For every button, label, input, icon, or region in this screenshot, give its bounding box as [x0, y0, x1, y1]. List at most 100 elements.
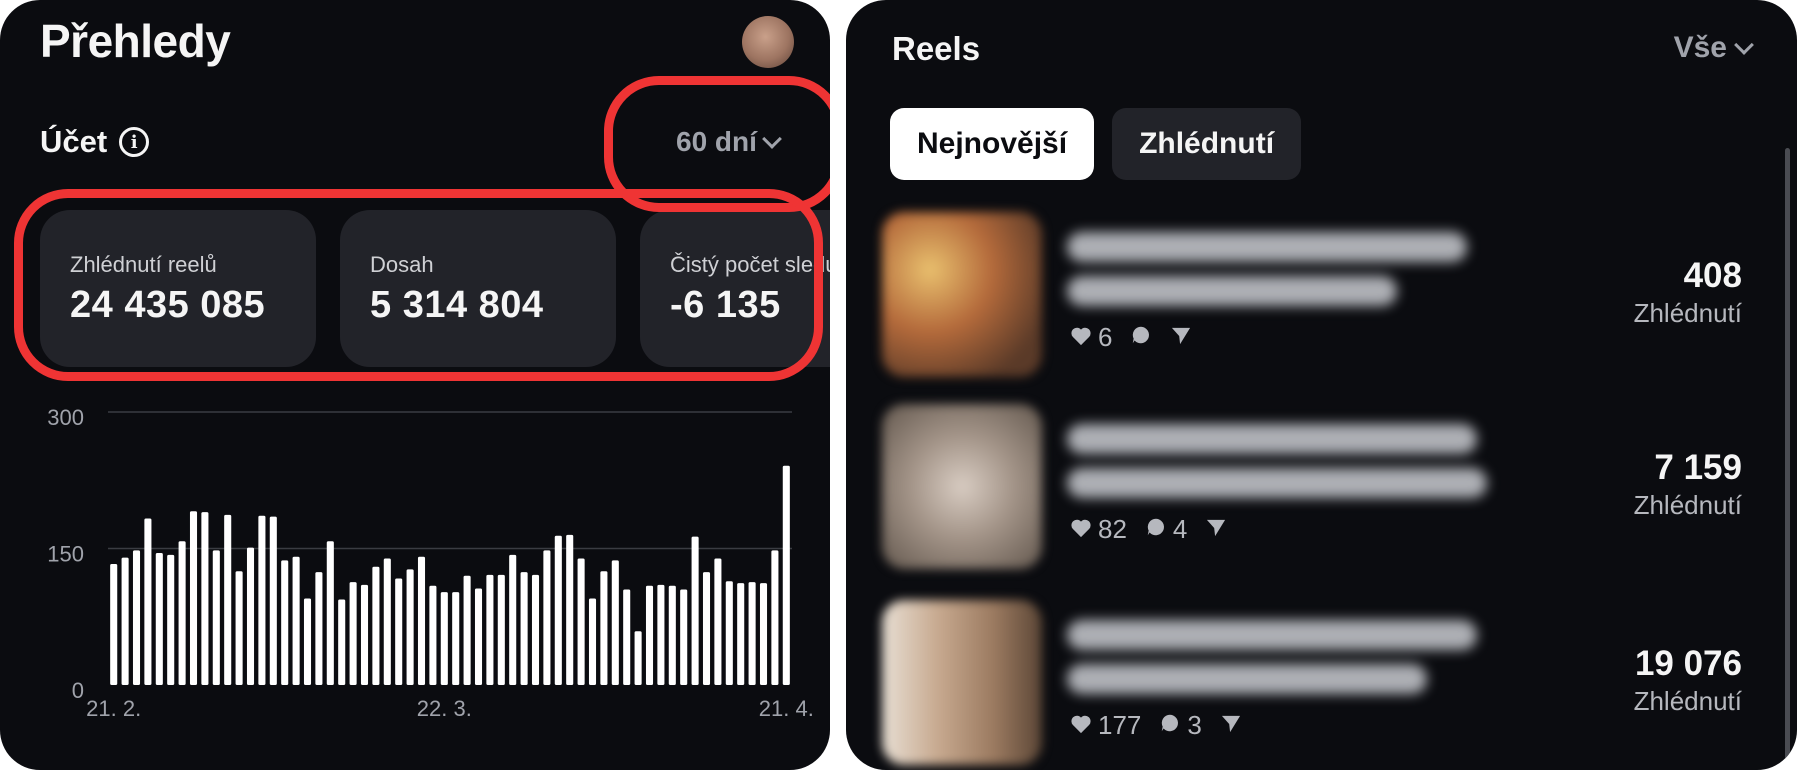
chart-bar [132, 550, 141, 685]
chart-bar [224, 514, 232, 685]
chart-bar [737, 583, 745, 685]
chart-bar [395, 578, 403, 685]
reel-views: 19 076 Zhlédnutí [1634, 644, 1742, 717]
reel-caption-blurred [1067, 232, 1487, 320]
send-icon [1170, 322, 1192, 353]
reels-panel: Reels Vše Nejnovější Zhlédnutí 6 408 Zhl… [846, 0, 1797, 770]
chart-bar [372, 566, 380, 685]
comments-count: 3 [1187, 710, 1202, 740]
likes-stat: 82 [1070, 514, 1127, 545]
comments-count: 4 [1172, 514, 1188, 544]
chart-bar [577, 558, 585, 685]
chart-bar [212, 550, 220, 685]
chart-bar [417, 556, 426, 685]
chart-bar [360, 584, 369, 685]
reel-views: 408 Zhlédnutí [1634, 256, 1742, 329]
reel-stats: 82 4 [1070, 514, 1227, 545]
views-label: Zhlédnutí [1633, 686, 1742, 716]
chart-bar [588, 598, 597, 685]
chart-bar [440, 592, 448, 685]
chart-bar [748, 582, 756, 685]
chart-bar [429, 585, 437, 685]
info-icon[interactable]: i [119, 127, 150, 157]
likes-stat: 177 [1070, 710, 1141, 741]
chart-bar [531, 574, 540, 685]
chart-bar [714, 558, 722, 685]
comment-icon [1130, 322, 1152, 353]
comments-stat: 3 [1159, 710, 1202, 741]
reel-item[interactable]: 82 4 7 159 Zhlédnutí [882, 404, 1742, 574]
chart-bar [634, 631, 642, 685]
chart-bar [759, 583, 768, 685]
heart-icon [1070, 322, 1092, 353]
likes-count: 82 [1098, 514, 1127, 544]
chart-bar [315, 572, 323, 685]
scrollbar[interactable] [1785, 148, 1790, 770]
chart-bar [623, 589, 631, 685]
reel-thumbnail[interactable] [882, 212, 1042, 377]
views-label: Zhlédnutí [1633, 298, 1742, 328]
chart-bar [645, 585, 654, 685]
chart-bar [349, 582, 357, 685]
chart-bar [201, 512, 209, 685]
chart-bar [303, 598, 312, 685]
comments-stat: 4 [1145, 514, 1187, 545]
views-bar-chart: 300 150 021. 2. 22. 3. 21. 4. [47, 405, 814, 721]
chart-bar [600, 571, 608, 685]
share-stat [1205, 514, 1227, 545]
account-label: Účet [40, 124, 108, 159]
chart-bar [178, 541, 186, 685]
chart-bar [155, 553, 163, 685]
sort-tabs: Nejnovější Zhlédnutí [890, 108, 1302, 180]
highlight-box-annotation [14, 189, 823, 381]
comment-icon [1159, 710, 1181, 741]
insights-panel: Přehledy Účet i 60 dní Zhlédnutí reelů 2… [0, 0, 830, 770]
chart-bar [292, 556, 300, 685]
x-tick-label: 21. 2. [86, 696, 141, 721]
chart-bar [406, 569, 414, 685]
heart-icon [1070, 710, 1092, 741]
page-title: Přehledy [40, 15, 231, 67]
reel-item[interactable]: 177 3 19 076 Zhlédnutí [882, 600, 1742, 770]
reel-stats: 6 [1070, 322, 1192, 353]
chart-bar [110, 563, 118, 685]
send-icon [1220, 710, 1242, 741]
reel-views: 7 159 Zhlédnutí [1634, 448, 1742, 521]
comment-icon [1145, 514, 1167, 545]
chart-bar [554, 535, 562, 685]
chart-bar [725, 581, 733, 685]
chart-bar [269, 516, 277, 685]
chart-bar [680, 589, 688, 685]
chart-bar [566, 534, 574, 685]
chart-bar [486, 574, 494, 685]
likes-count: 6 [1098, 322, 1113, 352]
comments-stat [1130, 322, 1152, 353]
y-tick-label: 300 [47, 405, 84, 430]
chart-bar [657, 584, 665, 685]
views-count: 408 [1683, 256, 1742, 295]
chart-bar [691, 536, 699, 685]
likes-count: 177 [1098, 710, 1142, 740]
chart-bar [189, 511, 198, 685]
likes-stat: 6 [1070, 322, 1112, 353]
tab-views[interactable]: Zhlédnutí [1112, 108, 1302, 180]
reels-filter-dropdown[interactable]: Vše [1674, 31, 1754, 65]
chart-bar [474, 588, 483, 685]
chart-bar [463, 575, 471, 685]
reels-title: Reels [892, 30, 981, 67]
reel-thumbnail[interactable] [882, 404, 1042, 569]
chart-bar [383, 558, 391, 685]
chart-bar [144, 518, 152, 685]
chart-bar [326, 541, 334, 685]
y-tick-label: 150 [47, 542, 84, 567]
reel-item[interactable]: 6 408 Zhlédnutí [882, 212, 1742, 382]
tab-newest[interactable]: Nejnovější [890, 108, 1095, 180]
reel-caption-blurred [1067, 424, 1487, 512]
reel-thumbnail[interactable] [882, 600, 1042, 765]
chart-bar [520, 572, 528, 685]
chart-bar [235, 571, 243, 685]
reel-stats: 177 3 [1070, 710, 1242, 741]
account-section-header: Účet i [40, 124, 150, 160]
chevron-down-icon [1734, 35, 1754, 55]
avatar[interactable] [742, 16, 794, 68]
